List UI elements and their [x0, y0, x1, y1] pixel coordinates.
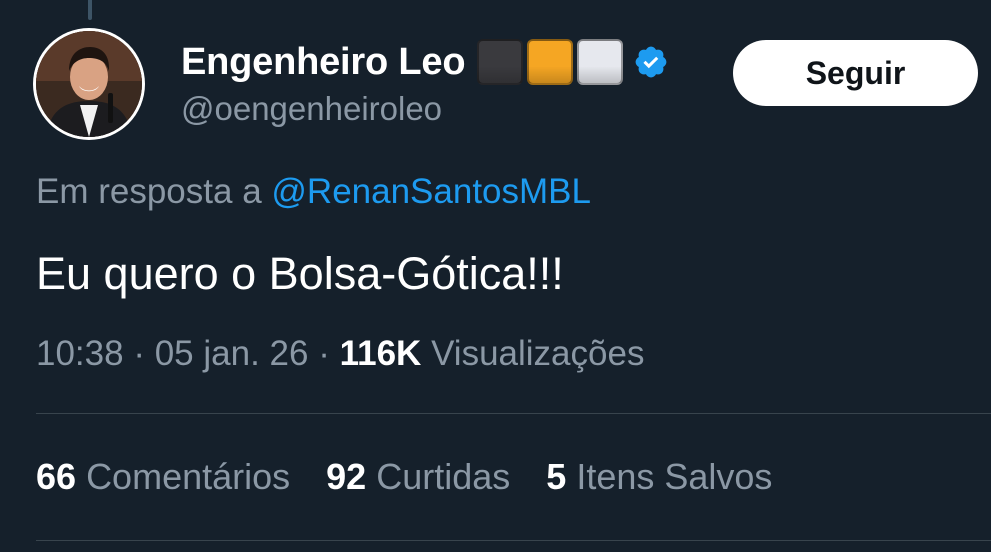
thread-connector-line	[88, 0, 92, 20]
likes-label: Curtidas	[376, 456, 511, 497]
engagement-stats: 66 Comentários 92 Curtidas 5 Itens Salvo…	[36, 456, 772, 498]
flag-square-gold	[527, 39, 574, 85]
views-count: 116K	[339, 334, 422, 373]
divider	[36, 540, 991, 541]
verified-badge-icon[interactable]	[633, 44, 669, 80]
follow-button[interactable]: Seguir	[733, 40, 978, 106]
divider	[36, 413, 991, 414]
saves-label: Itens Salvos	[576, 456, 773, 497]
tweet-time[interactable]: 10:38	[36, 334, 124, 373]
likes-count: 92	[326, 456, 367, 497]
avatar[interactable]	[33, 28, 145, 140]
meta-separator: ·	[318, 334, 330, 373]
meta-separator: ·	[133, 334, 145, 373]
avatar-portrait-icon	[36, 31, 142, 137]
likes-stat[interactable]: 92 Curtidas	[326, 456, 510, 498]
author-name-row: Engenheiro Leo	[181, 38, 669, 86]
views-label: Visualizações	[431, 334, 645, 373]
tweet-meta: 10:38 · 05 jan. 26 · 116K Visualizações	[36, 334, 644, 374]
reply-mention-link[interactable]: @RenanSantosMBL	[271, 172, 591, 211]
tweet-date[interactable]: 05 jan. 26	[155, 334, 309, 373]
flag-square-black	[477, 39, 524, 85]
saves-stat[interactable]: 5 Itens Salvos	[546, 456, 772, 498]
avatar-photo	[36, 31, 142, 137]
comments-count: 66	[36, 456, 77, 497]
saves-count: 5	[546, 456, 567, 497]
author-handle[interactable]: @oengenheiroleo	[181, 90, 442, 128]
flag-emoji	[477, 39, 624, 85]
reply-prefix: Em resposta a	[36, 172, 262, 211]
flag-square-white	[577, 39, 624, 85]
comments-label: Comentários	[86, 456, 291, 497]
comments-stat[interactable]: 66 Comentários	[36, 456, 290, 498]
author-display-name[interactable]: Engenheiro Leo	[181, 41, 466, 84]
reply-context: Em resposta a @RenanSantosMBL	[36, 172, 591, 212]
tweet-text: Eu quero o Bolsa-Gótica!!!	[36, 248, 564, 299]
